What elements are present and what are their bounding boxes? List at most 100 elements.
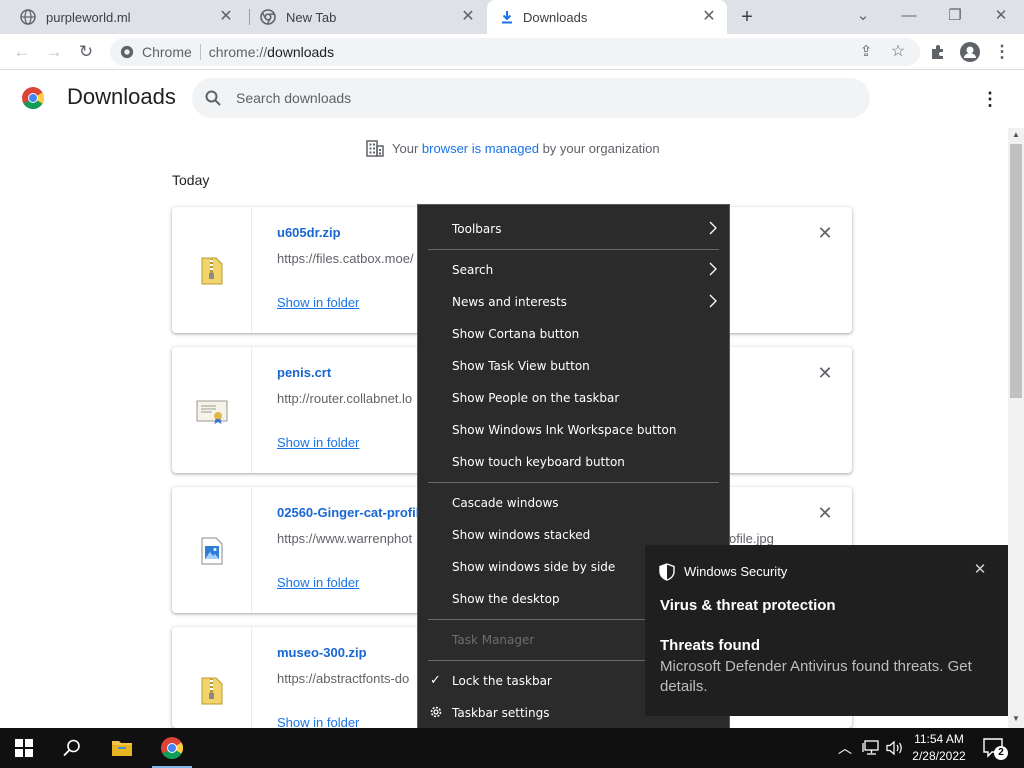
scroll-down-arrow-icon[interactable]: ▼ — [1008, 712, 1024, 726]
system-clock[interactable]: 11:54 AM 2/28/2022 — [906, 731, 972, 765]
windows-logo-icon — [15, 739, 33, 757]
url-path: downloads — [267, 44, 335, 60]
menu-item-label: Task Manager — [452, 633, 535, 647]
reload-icon[interactable]: ↻ — [74, 40, 98, 64]
extensions-puzzle-icon[interactable] — [930, 44, 946, 60]
volume-icon[interactable] — [886, 740, 904, 756]
network-icon[interactable] — [862, 740, 880, 756]
file-name-link[interactable]: 02560-Ginger-cat-profile — [277, 505, 427, 520]
managed-notice: Your browser is managed by your organiza… — [366, 140, 660, 157]
taskbar-search-button[interactable] — [48, 728, 96, 768]
menu-item-label: Toolbars — [452, 222, 502, 236]
menu-item-label: Show windows side by side — [452, 560, 616, 574]
security-notification[interactable]: Windows Security ✕ Virus & threat protec… — [645, 545, 1008, 716]
close-icon[interactable]: ✕ — [701, 9, 717, 25]
show-in-folder-link[interactable]: Show in folder — [277, 295, 359, 310]
menu-item-show-people[interactable]: Show People on the taskbar — [418, 383, 729, 413]
file-icon-column — [172, 487, 252, 613]
date-header: Today — [172, 172, 210, 188]
chrome-icon — [260, 9, 276, 25]
menu-item-search[interactable]: Search — [418, 255, 729, 285]
menu-item-show-cortana[interactable]: Show Cortana button — [418, 319, 729, 349]
menu-item-label: Show Windows Ink Workspace button — [452, 423, 677, 437]
menu-separator — [428, 249, 719, 250]
chevron-right-icon — [709, 294, 717, 308]
file-name-link[interactable]: museo-300.zip — [277, 645, 367, 660]
tab-search-icon[interactable]: ⌄ — [851, 5, 875, 29]
page-title: Downloads — [67, 84, 176, 109]
scroll-up-arrow-icon[interactable]: ▲ — [1008, 128, 1024, 142]
notification-count-badge: 2 — [994, 746, 1008, 760]
file-source-url[interactable]: https://www.warrenphot — [277, 531, 412, 546]
show-hidden-icons-chevron-icon[interactable]: ︿ — [838, 738, 856, 768]
managed-prefix: Your — [392, 141, 422, 156]
chevron-right-icon — [709, 221, 717, 235]
file-source-url[interactable]: https://abstractfonts-do — [277, 671, 409, 686]
search-downloads[interactable] — [192, 78, 870, 118]
file-name-link[interactable]: u605dr.zip — [277, 225, 341, 240]
close-icon[interactable]: ✕ — [218, 9, 234, 25]
menu-item-show-touch-keyboard[interactable]: Show touch keyboard button — [418, 447, 729, 477]
notification-heading: Threats found — [660, 637, 760, 654]
chevron-right-icon — [709, 262, 717, 276]
menu-item-cascade-windows[interactable]: Cascade windows — [418, 488, 729, 518]
browser-toolbar: ← → ↻ Chrome chrome://downloads ⇪ ☆ ⋮ — [0, 34, 1024, 70]
tab-title: New Tab — [286, 9, 337, 25]
menu-item-label: Show Cortana button — [452, 327, 580, 341]
search-input[interactable] — [236, 88, 836, 108]
search-icon — [63, 739, 80, 757]
tab-purpleworld[interactable]: purpleworld.ml ✕ — [8, 0, 244, 34]
page-scrollbar[interactable]: ▲ ▼ — [1008, 128, 1024, 728]
menu-item-label: Show the desktop — [452, 592, 560, 606]
menu-item-label: Show touch keyboard button — [452, 455, 625, 469]
file-source-url[interactable]: https://files.catbox.moe/ — [277, 251, 414, 266]
clock-date: 2/28/2022 — [912, 749, 966, 763]
tab-new-tab[interactable]: New Tab ✕ — [250, 0, 486, 34]
building-icon — [366, 140, 384, 157]
close-window-icon[interactable]: ✕ — [989, 5, 1013, 29]
bookmark-star-icon[interactable]: ☆ — [886, 40, 910, 64]
menu-item-show-ink-workspace[interactable]: Show Windows Ink Workspace button — [418, 415, 729, 445]
show-in-folder-link[interactable]: Show in folder — [277, 435, 359, 450]
profile-avatar-icon[interactable] — [960, 42, 980, 62]
new-tab-button[interactable]: + — [736, 6, 758, 28]
menu-item-label: Taskbar settings — [452, 706, 550, 720]
omnibox-url: chrome://downloads — [209, 44, 334, 60]
image-file-icon — [201, 537, 223, 565]
tab-downloads[interactable]: Downloads ✕ — [487, 0, 727, 34]
close-icon[interactable]: ✕ — [972, 562, 988, 578]
file-name-link[interactable]: penis.crt — [277, 365, 331, 380]
file-icon-column — [172, 347, 252, 473]
notification-app-name: Windows Security — [684, 564, 788, 579]
managed-link[interactable]: browser is managed — [422, 141, 539, 156]
minimize-icon[interactable]: — — [897, 5, 921, 29]
remove-item-close-icon[interactable]: ✕ — [816, 364, 834, 382]
remove-item-close-icon[interactable]: ✕ — [816, 504, 834, 522]
chrome-menu-icon[interactable]: ⋮ — [990, 40, 1014, 64]
tab-title: purpleworld.ml — [46, 9, 131, 25]
file-explorer-button[interactable] — [98, 728, 146, 768]
more-actions-icon[interactable]: ⋮ — [980, 89, 1000, 109]
menu-item-label: Show People on the taskbar — [452, 391, 620, 405]
restore-icon[interactable]: ❐ — [943, 5, 967, 29]
close-icon[interactable]: ✕ — [460, 9, 476, 25]
zip-file-icon — [201, 677, 223, 705]
scrollbar-thumb[interactable] — [1010, 144, 1022, 398]
share-icon[interactable]: ⇪ — [854, 40, 878, 64]
start-button[interactable] — [0, 728, 48, 768]
remove-item-close-icon[interactable]: ✕ — [816, 224, 834, 242]
file-source-url[interactable]: http://router.collabnet.lo — [277, 391, 412, 406]
back-arrow-icon[interactable]: ← — [10, 40, 34, 64]
address-bar[interactable]: Chrome chrome://downloads — [110, 38, 920, 66]
menu-item-news-and-interests[interactable]: News and interests — [418, 287, 729, 317]
certificate-icon — [196, 400, 228, 424]
search-icon — [205, 90, 221, 106]
menu-item-toolbars[interactable]: Toolbars — [418, 214, 729, 244]
chrome-taskbar-button[interactable] — [148, 728, 196, 768]
downloads-header: Downloads ⋮ — [0, 70, 1008, 128]
forward-arrow-icon[interactable]: → — [42, 40, 66, 64]
tab-strip: purpleworld.ml ✕ New Tab ✕ Downloads ✕ +… — [0, 0, 1024, 34]
menu-item-show-task-view[interactable]: Show Task View button — [418, 351, 729, 381]
file-icon-column — [172, 627, 252, 728]
show-in-folder-link[interactable]: Show in folder — [277, 575, 359, 590]
